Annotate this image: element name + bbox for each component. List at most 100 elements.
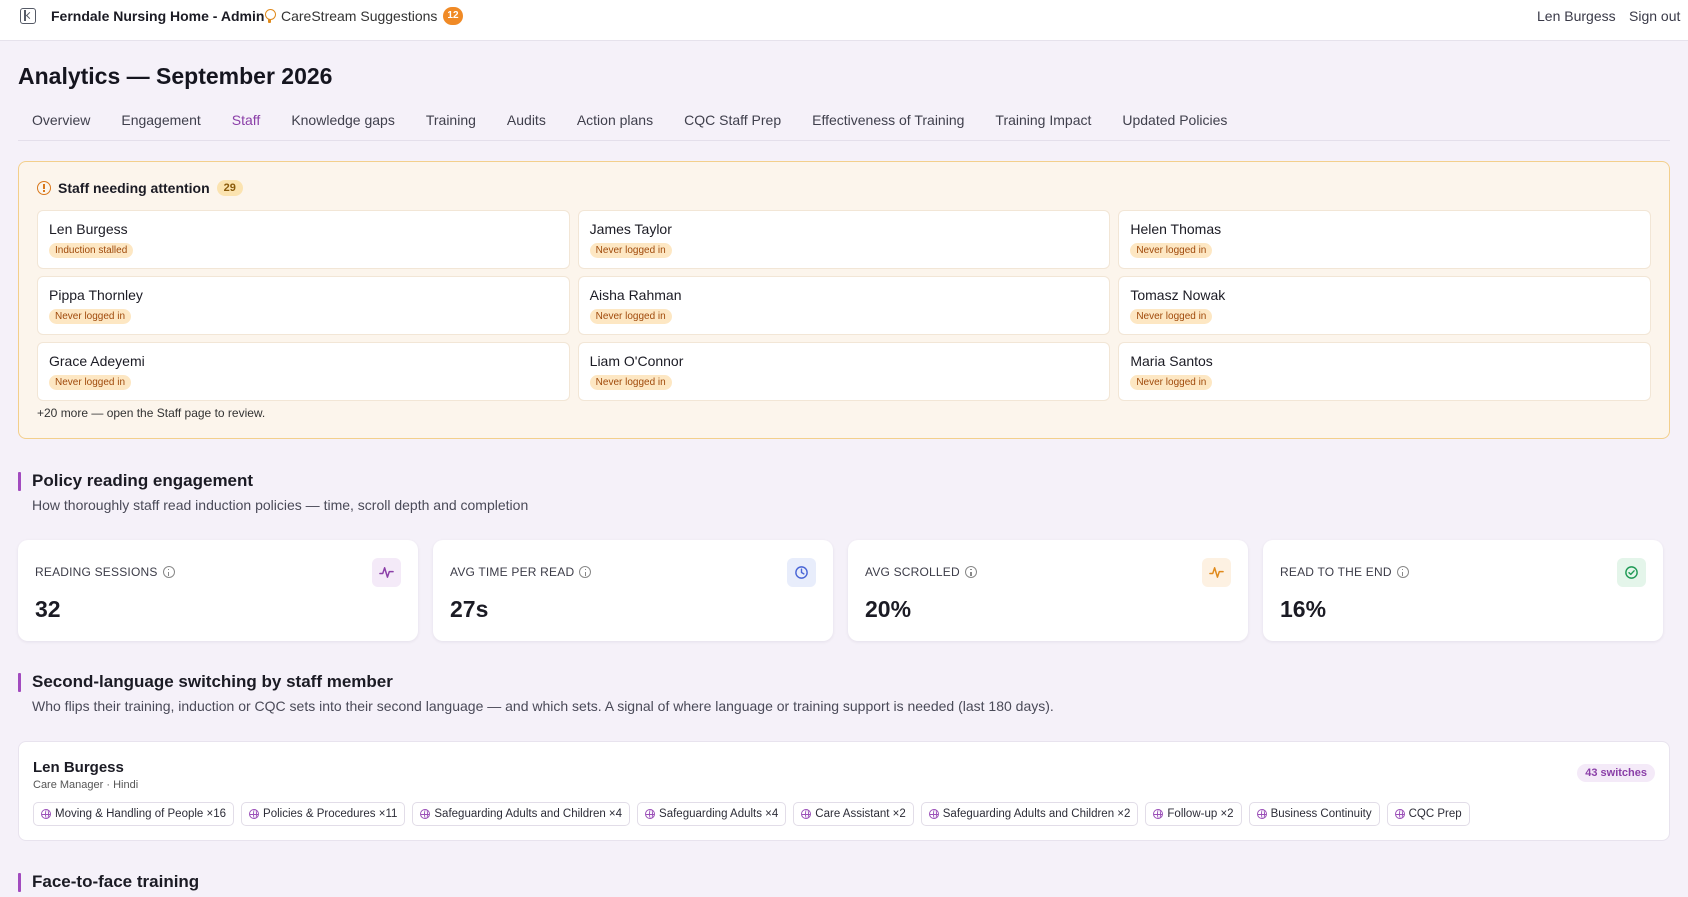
staff-card[interactable]: Len Burgess Induction stalled	[37, 210, 570, 269]
page-title: Analytics — September 2026	[18, 63, 333, 89]
app-name: Ferndale Nursing Home - Admin	[51, 8, 265, 24]
staff-attention-panel: Staff needing attention 29 Len Burgess In…	[18, 161, 1670, 439]
language-section-title: Second-language switching by staff membe…	[32, 672, 393, 691]
clock-icon	[787, 558, 816, 587]
info-icon[interactable]	[1396, 566, 1409, 578]
info-icon[interactable]	[162, 566, 175, 578]
tab-staff[interactable]: Staff	[218, 108, 276, 140]
language-set-chip: Safeguarding Adults ×4	[637, 802, 787, 826]
status-badge: Never logged in	[1130, 243, 1213, 258]
staff-card[interactable]: Liam O'Connor Never logged in	[577, 342, 1111, 401]
status-badge: Never logged in	[49, 375, 132, 390]
language-set-chip: Care Assistant ×2	[793, 802, 914, 826]
status-badge: Never logged in	[1130, 375, 1213, 390]
status-badge: Never logged in	[589, 309, 672, 324]
staff-name: Pippa Thornley	[49, 287, 143, 303]
status-badge: Induction stalled	[49, 243, 134, 258]
member-role: Care Manager · Hindi	[33, 779, 139, 791]
staff-name: Grace Adeyemi	[49, 353, 145, 369]
stat-label: READING SESSIONS	[35, 565, 158, 579]
suggestions-label: CareStream Suggestions	[281, 8, 438, 24]
tab-audits[interactable]: Audits	[493, 108, 561, 140]
globe-icon	[41, 809, 51, 819]
stat-label: AVG SCROLLED	[865, 565, 960, 579]
staff-card[interactable]: Tomasz Nowak Never logged in	[1118, 276, 1651, 335]
tab-overview[interactable]: Overview	[18, 108, 105, 140]
stat-card-avg-scrolled: AVG SCROLLED 20%	[848, 540, 1248, 641]
attention-title: Staff needing attention	[58, 180, 210, 196]
status-badge: Never logged in	[589, 243, 672, 258]
language-member-card: Len Burgess Care Manager · Hindi 43 swit…	[18, 741, 1670, 841]
staff-card[interactable]: Maria Santos Never logged in	[1118, 342, 1651, 401]
tab-training[interactable]: Training	[412, 108, 491, 140]
staff-card[interactable]: Aisha Rahman Never logged in	[577, 276, 1111, 335]
attention-count-badge: 29	[216, 180, 243, 196]
globe-icon	[801, 809, 812, 819]
attention-more-text: +20 more — open the Staff page to review…	[37, 406, 266, 420]
info-icon[interactable]	[579, 566, 592, 578]
stat-value: 16%	[1280, 596, 1327, 622]
globe-icon	[1394, 809, 1405, 819]
staff-card[interactable]: James Taylor Never logged in	[577, 210, 1111, 269]
globe-icon	[1256, 809, 1267, 819]
stat-label: AVG TIME PER READ	[450, 565, 575, 579]
tab-cqc-staff-prep[interactable]: CQC Staff Prep	[670, 108, 796, 140]
tab-knowledge-gaps[interactable]: Knowledge gaps	[277, 108, 410, 140]
language-set-chip: Policies & Procedures ×11	[241, 802, 406, 826]
sidebar-toggle-icon[interactable]	[20, 8, 36, 24]
attention-staff-grid: Len Burgess Induction stalled James Taylo…	[37, 210, 1651, 401]
analytics-tabs: Overview Engagement Staff Knowledge gaps…	[18, 108, 1670, 141]
staff-name: Tomasz Nowak	[1130, 287, 1226, 303]
stat-value: 32	[35, 596, 61, 622]
globe-icon	[1153, 809, 1164, 819]
language-set-chips: Moving & Handling of People ×16 Policies…	[33, 802, 1470, 826]
suggestions-button[interactable]: CareStream Suggestions 12	[264, 7, 463, 25]
user-name-link[interactable]: Len Burgess	[1537, 8, 1616, 24]
tab-engagement[interactable]: Engagement	[107, 108, 215, 140]
language-set-chip: Follow-up ×2	[1145, 802, 1242, 826]
info-icon[interactable]	[964, 566, 977, 578]
staff-name: James Taylor	[589, 221, 672, 237]
staff-card[interactable]: Grace Adeyemi Never logged in	[37, 342, 570, 401]
language-set-chip: Safeguarding Adults and Children ×2	[920, 802, 1139, 826]
language-set-chip: Safeguarding Adults and Children ×4	[412, 802, 631, 826]
pulse-icon	[1202, 558, 1231, 587]
globe-icon	[420, 809, 431, 819]
suggestions-count-badge: 12	[443, 7, 463, 25]
top-bar: Ferndale Nursing Home - Admin CareStream…	[0, 0, 1688, 41]
staff-card[interactable]: Pippa Thornley Never logged in	[37, 276, 570, 335]
staff-card[interactable]: Helen Thomas Never logged in	[1118, 210, 1651, 269]
language-set-chip: CQC Prep	[1386, 802, 1470, 826]
sign-out-button[interactable]: Sign out	[1629, 8, 1680, 24]
globe-icon	[645, 809, 656, 819]
stat-value: 27s	[450, 596, 489, 622]
section-accent-bar	[18, 673, 21, 692]
staff-name: Helen Thomas	[1130, 221, 1222, 237]
lightbulb-icon	[264, 8, 276, 24]
staff-name: Aisha Rahman	[589, 287, 682, 303]
status-badge: Never logged in	[589, 375, 672, 390]
stat-card-read-to-the-end: READ TO THE END 16%	[1263, 540, 1663, 641]
globe-icon	[928, 809, 939, 819]
staff-name: Maria Santos	[1130, 353, 1213, 369]
language-section-subtitle: Who flips their training, induction or C…	[32, 698, 1054, 714]
tab-effectiveness-of-training[interactable]: Effectiveness of Training	[798, 108, 979, 140]
language-set-chip: Business Continuity	[1248, 802, 1380, 826]
status-badge: Never logged in	[1130, 309, 1213, 324]
globe-icon	[249, 809, 260, 819]
face-to-face-section-title: Face-to-face training	[32, 872, 200, 891]
activity-icon	[372, 558, 401, 587]
tab-updated-policies[interactable]: Updated Policies	[1108, 108, 1242, 140]
section-accent-bar	[18, 472, 21, 491]
language-set-chip: Moving & Handling of People ×16	[33, 802, 235, 826]
tab-training-impact[interactable]: Training Impact	[981, 108, 1106, 140]
member-name: Len Burgess	[33, 759, 124, 776]
engagement-section-title: Policy reading engagement	[32, 471, 254, 490]
stat-label: READ TO THE END	[1280, 565, 1392, 579]
staff-name: Len Burgess	[49, 221, 128, 237]
status-badge: Never logged in	[49, 309, 132, 324]
engagement-section-subtitle: How thoroughly staff read induction poli…	[32, 497, 529, 513]
tab-action-plans[interactable]: Action plans	[563, 108, 668, 140]
stat-card-reading-sessions: READING SESSIONS 32	[18, 540, 418, 641]
alert-circle-icon	[37, 181, 51, 195]
